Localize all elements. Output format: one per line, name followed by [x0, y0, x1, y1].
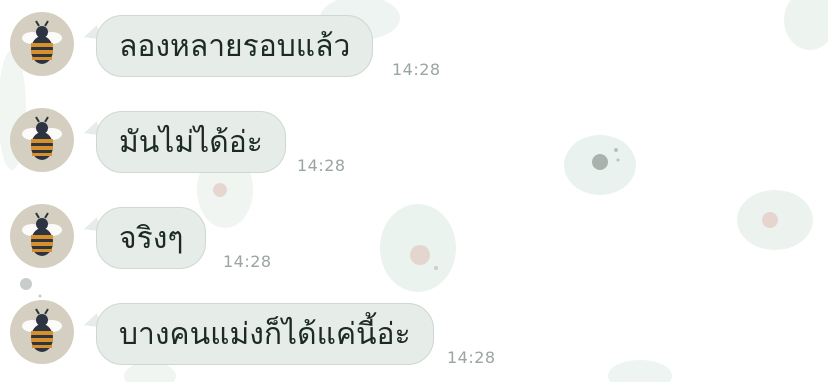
message-time: 14:28 — [447, 348, 496, 367]
message-row: มันไม่ได้อ่ะ 14:28 — [0, 108, 828, 188]
message-bubble[interactable]: จริงๆ — [96, 207, 207, 269]
message-bubble[interactable]: มันไม่ได้อ่ะ — [96, 111, 286, 173]
message-time: 14:28 — [392, 60, 441, 79]
message-bubble[interactable]: บางคนแม่งก็ได้แค่นี้อ่ะ — [96, 303, 434, 365]
bee-icon[interactable] — [10, 108, 74, 172]
bee-icon[interactable] — [10, 12, 74, 76]
message-row: ลองหลายรอบแล้ว 14:28 — [0, 12, 828, 92]
message-bubble[interactable]: ลองหลายรอบแล้ว — [96, 15, 374, 77]
bee-icon[interactable] — [10, 204, 74, 268]
message-row: จริงๆ 14:28 — [0, 204, 828, 284]
message-time: 14:28 — [297, 156, 346, 175]
message-row: บางคนแม่งก็ได้แค่นี้อ่ะ 14:28 — [0, 300, 828, 380]
message-time: 14:28 — [223, 252, 272, 271]
bee-icon[interactable] — [10, 300, 74, 364]
